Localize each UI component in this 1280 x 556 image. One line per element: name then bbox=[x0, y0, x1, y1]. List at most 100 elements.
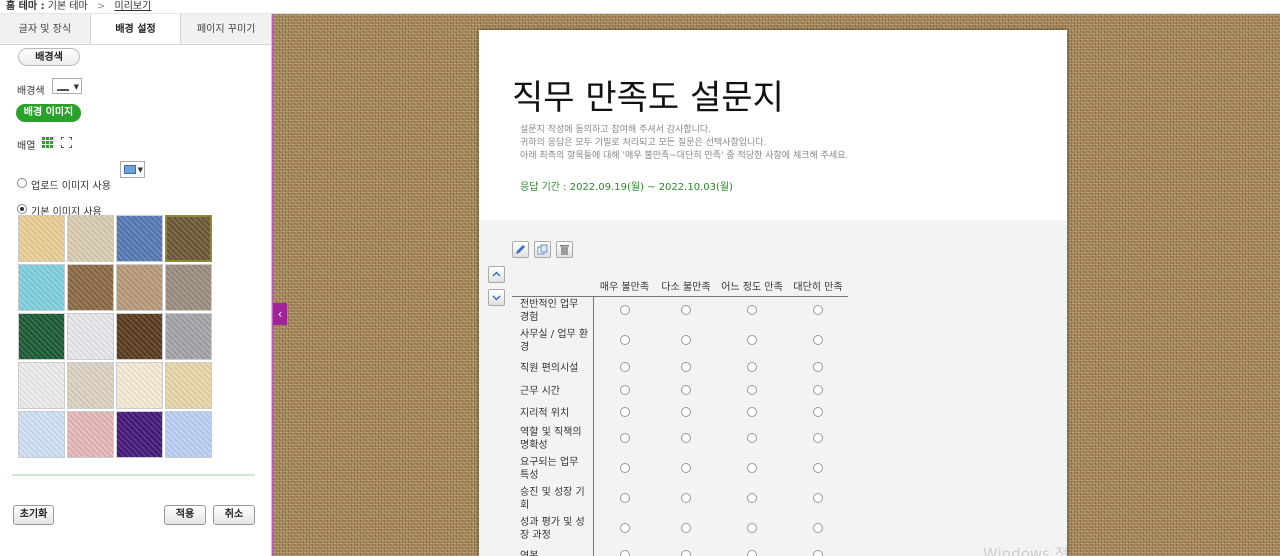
bg-tile-light-blue-paper[interactable] bbox=[18, 411, 65, 458]
collapse-panel-icon[interactable]: ‹ bbox=[273, 303, 287, 325]
bg-color-picker[interactable]: ▼ bbox=[52, 78, 82, 94]
rating-cell bbox=[593, 484, 656, 514]
panel-tabs: 글자 및 장식 배경 설정 페이지 꾸미기 bbox=[0, 14, 272, 45]
rating-radio[interactable] bbox=[747, 522, 757, 533]
rating-cell bbox=[593, 454, 656, 484]
rating-radio[interactable] bbox=[813, 384, 823, 395]
rating-radio[interactable] bbox=[681, 304, 691, 315]
rating-radio[interactable] bbox=[747, 406, 757, 417]
row-label: 사무실 / 업무 환경 bbox=[512, 326, 594, 356]
table-row: 지리적 위치 bbox=[512, 402, 848, 424]
bg-tile-brown-wood[interactable] bbox=[116, 313, 163, 360]
apply-button[interactable]: 적용 bbox=[164, 505, 206, 525]
bg-tile-crumpled-paper[interactable] bbox=[67, 264, 114, 311]
bg-tile-fossil[interactable] bbox=[116, 264, 163, 311]
tab-background[interactable]: 배경 설정 bbox=[90, 14, 182, 44]
row-label: 성과 평가 및 성장 과정 bbox=[512, 514, 594, 544]
rating-radio[interactable] bbox=[813, 549, 823, 556]
rating-radio[interactable] bbox=[813, 406, 823, 417]
rating-radio[interactable] bbox=[681, 361, 691, 372]
rating-radio[interactable] bbox=[681, 384, 691, 395]
edit-icon[interactable] bbox=[512, 241, 529, 258]
survey-body: 매우 불만족 다소 불만족 어느 정도 만족 대단히 만족 전반적인 업무 경험… bbox=[479, 220, 1067, 556]
rating-radio[interactable] bbox=[619, 522, 630, 533]
reset-button[interactable]: 초기화 bbox=[13, 505, 54, 525]
rating-radio[interactable] bbox=[681, 549, 691, 556]
copy-icon[interactable] bbox=[534, 241, 551, 258]
rating-radio[interactable] bbox=[619, 492, 630, 503]
trash-icon[interactable] bbox=[556, 241, 573, 258]
cancel-button[interactable]: 취소 bbox=[213, 505, 255, 525]
tab-text-decor[interactable]: 글자 및 장식 bbox=[0, 14, 91, 44]
bg-tile-blue-denim[interactable] bbox=[116, 215, 163, 262]
rating-radio[interactable] bbox=[619, 462, 630, 473]
table-row: 근무 시간 bbox=[512, 380, 848, 402]
table-row: 요구되는 업무 특성 bbox=[512, 454, 848, 484]
rating-radio[interactable] bbox=[813, 432, 823, 443]
rating-radio[interactable] bbox=[619, 334, 630, 345]
bg-tile-light-blue-cloud[interactable] bbox=[165, 411, 212, 458]
bg-tile-green-marble[interactable] bbox=[18, 313, 65, 360]
rating-radio[interactable] bbox=[747, 304, 757, 315]
rating-radio[interactable] bbox=[681, 406, 691, 417]
rating-radio[interactable] bbox=[813, 522, 823, 533]
rating-radio[interactable] bbox=[813, 304, 823, 315]
rating-radio[interactable] bbox=[619, 432, 630, 443]
rating-radio[interactable] bbox=[813, 361, 823, 372]
rating-radio[interactable] bbox=[813, 462, 823, 473]
bg-tile-beige-fabric[interactable] bbox=[67, 362, 114, 409]
upload-image-label: 업로드 이미지 사용 bbox=[31, 181, 111, 192]
rating-radio[interactable] bbox=[681, 432, 691, 443]
bg-tile-white-stucco[interactable] bbox=[18, 362, 65, 409]
bg-tile-cream-paper[interactable] bbox=[116, 362, 163, 409]
tile-layout-icon[interactable] bbox=[42, 137, 53, 148]
bg-tile-water-ripple[interactable] bbox=[18, 264, 65, 311]
bg-tile-granite[interactable] bbox=[165, 313, 212, 360]
rating-radio[interactable] bbox=[681, 522, 691, 533]
rating-radio[interactable] bbox=[619, 384, 630, 395]
chevron-down-icon: ▼ bbox=[137, 166, 143, 174]
rating-radio[interactable] bbox=[747, 334, 757, 345]
rating-radio[interactable] bbox=[619, 304, 630, 315]
breadcrumb-theme[interactable]: 기본 테마 bbox=[48, 1, 88, 12]
table-row: 연봉 bbox=[512, 544, 848, 556]
breadcrumb-prefix: 홈 테마 : bbox=[6, 1, 45, 12]
breadcrumb-current[interactable]: 미리보기 bbox=[115, 1, 152, 12]
rating-radio[interactable] bbox=[747, 384, 757, 395]
rating-radio[interactable] bbox=[747, 361, 757, 372]
rating-radio[interactable] bbox=[681, 492, 691, 503]
default-image-radio[interactable] bbox=[17, 204, 27, 214]
rating-radio[interactable] bbox=[681, 334, 691, 345]
bg-tile-white-marble[interactable] bbox=[67, 313, 114, 360]
bg-tile-linen-texture[interactable] bbox=[67, 215, 114, 262]
bg-tile-purple-velvet[interactable] bbox=[116, 411, 163, 458]
rating-radio[interactable] bbox=[747, 432, 757, 443]
rating-radio[interactable] bbox=[681, 462, 691, 473]
rating-cell bbox=[716, 380, 788, 402]
row-label: 요구되는 업무 특성 bbox=[512, 454, 594, 484]
rating-radio[interactable] bbox=[619, 361, 630, 372]
tab-page-decor[interactable]: 페이지 꾸미기 bbox=[181, 14, 272, 44]
rating-radio[interactable] bbox=[619, 549, 630, 556]
rating-radio[interactable] bbox=[813, 492, 823, 503]
rating-radio[interactable] bbox=[747, 549, 757, 556]
bg-tile-pink-paper[interactable] bbox=[67, 411, 114, 458]
rating-radio[interactable] bbox=[747, 462, 757, 473]
rating-cell bbox=[788, 484, 848, 514]
rating-cell bbox=[788, 296, 848, 326]
rating-radio[interactable] bbox=[813, 334, 823, 345]
bg-tile-tan-texture[interactable] bbox=[18, 215, 65, 262]
stretch-layout-icon[interactable] bbox=[61, 137, 72, 148]
upload-image-radio[interactable] bbox=[17, 178, 27, 188]
bg-tile-gravel[interactable] bbox=[165, 264, 212, 311]
move-up-icon[interactable] bbox=[488, 266, 505, 283]
rating-radio[interactable] bbox=[747, 492, 757, 503]
rating-radio[interactable] bbox=[619, 406, 630, 417]
upload-image-picker[interactable]: ▼ bbox=[120, 161, 145, 178]
rating-cell bbox=[716, 544, 788, 556]
bg-tile-burlap[interactable] bbox=[165, 215, 212, 262]
rating-cell bbox=[593, 356, 656, 380]
rating-cell bbox=[788, 356, 848, 380]
bg-tile-parchment[interactable] bbox=[165, 362, 212, 409]
move-down-icon[interactable] bbox=[488, 289, 505, 306]
